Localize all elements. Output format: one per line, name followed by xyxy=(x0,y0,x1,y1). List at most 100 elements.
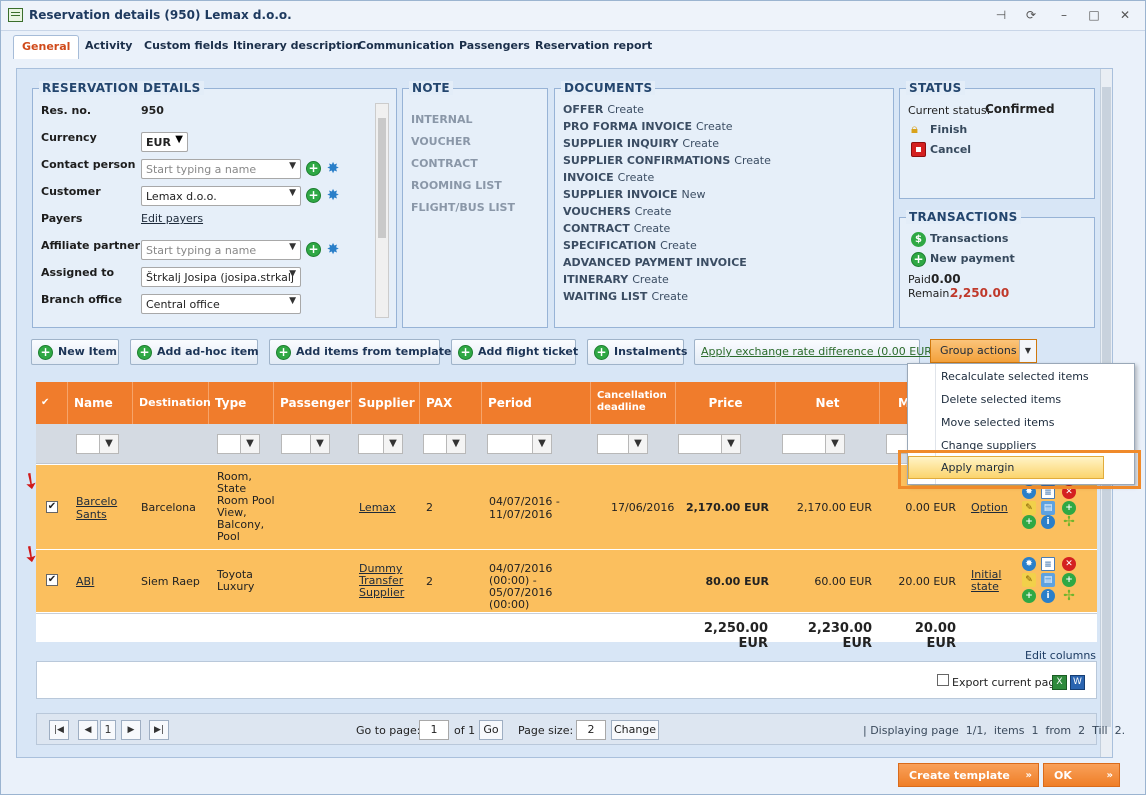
filter-icon[interactable]: ▼ xyxy=(446,434,466,454)
first-page-icon[interactable]: |◀ xyxy=(49,720,69,740)
ok-button[interactable]: OK » xyxy=(1043,763,1120,787)
doc-item[interactable]: INVOICE Create xyxy=(563,171,654,184)
doc-action[interactable]: New xyxy=(682,188,706,201)
filter-net-input[interactable] xyxy=(782,434,826,454)
filter-type-input[interactable] xyxy=(217,434,241,454)
menu-move-selected[interactable]: Move selected items xyxy=(941,416,1055,429)
doc-action[interactable]: Create xyxy=(734,154,771,167)
details-scrollbar[interactable] xyxy=(375,103,389,318)
header-destination[interactable]: Destination xyxy=(133,382,211,424)
document-icon[interactable]: ≡ xyxy=(1041,557,1055,571)
copy-icon[interactable]: ▤ xyxy=(1041,573,1055,587)
page-number[interactable]: 1 xyxy=(100,720,116,740)
filter-pax-input[interactable] xyxy=(423,434,447,454)
finish-button[interactable]: Finish xyxy=(930,123,967,136)
note-internal[interactable]: INTERNAL xyxy=(411,113,473,126)
doc-action[interactable]: Create xyxy=(635,205,672,218)
excel-export-icon[interactable]: X xyxy=(1052,675,1067,690)
add-service-icon[interactable]: + xyxy=(1022,515,1036,529)
filter-icon[interactable]: ▼ xyxy=(721,434,741,454)
gear-icon[interactable]: ✸ xyxy=(1022,557,1036,571)
word-export-icon[interactable]: W xyxy=(1070,675,1085,690)
doc-item[interactable]: WAITING LIST Create xyxy=(563,290,688,303)
item-name-link[interactable]: ABI xyxy=(76,575,94,588)
filter-price-input[interactable] xyxy=(678,434,722,454)
currency-select[interactable]: EUR ▼ xyxy=(141,132,188,152)
tab-general[interactable]: General xyxy=(13,35,80,59)
add-affiliate-icon[interactable]: + xyxy=(306,242,321,257)
chevron-down-icon[interactable]: ▼ xyxy=(1019,340,1036,362)
delete-icon[interactable]: ✕ xyxy=(1062,557,1076,571)
doc-item[interactable]: VOUCHERS Create xyxy=(563,205,671,218)
header-type[interactable]: Type xyxy=(209,382,274,424)
edit-payers-link[interactable]: Edit payers xyxy=(141,212,203,225)
filter-icon[interactable]: ▼ xyxy=(628,434,648,454)
menu-apply-margin[interactable]: Apply margin xyxy=(908,456,1104,479)
header-cancellation-deadline[interactable]: Cancellation deadline xyxy=(591,382,676,424)
table-row[interactable]: ✔ ABI Siem Raep Toyota Luxury Dummy Tran… xyxy=(36,550,1097,612)
filter-name-input[interactable] xyxy=(76,434,100,454)
doc-action[interactable]: Create xyxy=(682,137,719,150)
doc-action[interactable]: Create xyxy=(651,290,688,303)
filter-passenger-input[interactable] xyxy=(281,434,311,454)
header-pax[interactable]: PAX xyxy=(420,382,482,424)
select-all-checkbox[interactable]: ✔ xyxy=(36,382,68,424)
copy-icon[interactable]: ▤ xyxy=(1041,501,1055,515)
doc-item[interactable]: SPECIFICATION Create xyxy=(563,239,697,252)
header-name[interactable]: Name xyxy=(68,382,133,424)
next-page-icon[interactable]: ▶ xyxy=(121,720,141,740)
filter-icon[interactable]: ▼ xyxy=(240,434,260,454)
create-template-button[interactable]: Create template » xyxy=(898,763,1039,787)
note-voucher[interactable]: VOUCHER xyxy=(411,135,471,148)
add-contact-icon[interactable]: + xyxy=(306,161,321,176)
filter-icon[interactable]: ▼ xyxy=(383,434,403,454)
tab-activity[interactable]: Activity xyxy=(77,35,140,59)
change-page-size-button[interactable]: Change xyxy=(611,720,659,740)
note-rooming-list[interactable]: ROOMING LIST xyxy=(411,179,502,192)
tab-custom-fields[interactable]: Custom fields xyxy=(136,35,236,59)
apply-exchange-rate-button[interactable]: Apply exchange rate difference (0.00 EUR… xyxy=(694,339,936,365)
filter-icon[interactable]: ▼ xyxy=(310,434,330,454)
header-supplier[interactable]: Supplier xyxy=(352,382,420,424)
header-passenger[interactable]: Passenger xyxy=(274,382,352,424)
group-actions-button[interactable]: Group actions ▼ xyxy=(930,339,1037,363)
gear-icon[interactable]: ✸ xyxy=(325,241,341,257)
minimize-icon[interactable]: – xyxy=(1056,7,1072,23)
add-flight-ticket-button[interactable]: + Add flight ticket xyxy=(451,339,578,365)
gear-icon[interactable]: ✸ xyxy=(325,160,341,176)
filter-icon[interactable]: ▼ xyxy=(532,434,552,454)
header-period[interactable]: Period xyxy=(482,382,591,424)
branch-office-select[interactable]: Central office ▼ xyxy=(141,294,301,314)
filter-icon[interactable]: ▼ xyxy=(99,434,119,454)
info-icon[interactable]: i xyxy=(1041,515,1055,529)
assigned-to-select[interactable]: Štrkalj Josipa (josipa.strkalj ▼ xyxy=(141,267,301,287)
cancel-button[interactable]: Cancel xyxy=(930,143,971,156)
transactions-link[interactable]: Transactions xyxy=(930,232,1008,245)
doc-item[interactable]: ITINERARY Create xyxy=(563,273,669,286)
item-supplier-link[interactable]: Lemax xyxy=(359,501,396,514)
filter-icon[interactable]: ▼ xyxy=(825,434,845,454)
doc-item[interactable]: SUPPLIER INVOICE New xyxy=(563,188,706,201)
tab-itinerary-description[interactable]: Itinerary description xyxy=(225,35,369,59)
new-item-button[interactable]: + New Item xyxy=(31,339,119,365)
filter-cancellation-input[interactable] xyxy=(597,434,629,454)
item-status-link[interactable]: Initial state xyxy=(971,569,1007,593)
header-price[interactable]: Price xyxy=(676,382,776,424)
doc-item[interactable]: ADVANCED PAYMENT INVOICE xyxy=(563,256,751,269)
edit-icon[interactable]: ✎ xyxy=(1022,501,1036,515)
gear-icon[interactable]: ✸ xyxy=(325,187,341,203)
add-icon[interactable]: + xyxy=(1062,573,1076,587)
item-status-link[interactable]: Option xyxy=(971,501,1008,514)
doc-item[interactable]: PRO FORMA INVOICE Create xyxy=(563,120,733,133)
new-payment-link[interactable]: New payment xyxy=(930,252,1015,265)
edit-icon[interactable]: ✎ xyxy=(1022,573,1036,587)
header-net[interactable]: Net xyxy=(776,382,880,424)
tab-passengers[interactable]: Passengers xyxy=(451,35,538,59)
contact-person-input[interactable]: Start typing a name ▼ xyxy=(141,159,301,179)
instalments-button[interactable]: + Instalments xyxy=(587,339,687,365)
export-checkbox[interactable] xyxy=(937,674,949,686)
item-name-link[interactable]: Barcelo Sants xyxy=(76,495,131,521)
doc-item[interactable]: SUPPLIER INQUIRY Create xyxy=(563,137,719,150)
tab-communication[interactable]: Communication xyxy=(350,35,462,59)
add-icon[interactable]: + xyxy=(1062,501,1076,515)
